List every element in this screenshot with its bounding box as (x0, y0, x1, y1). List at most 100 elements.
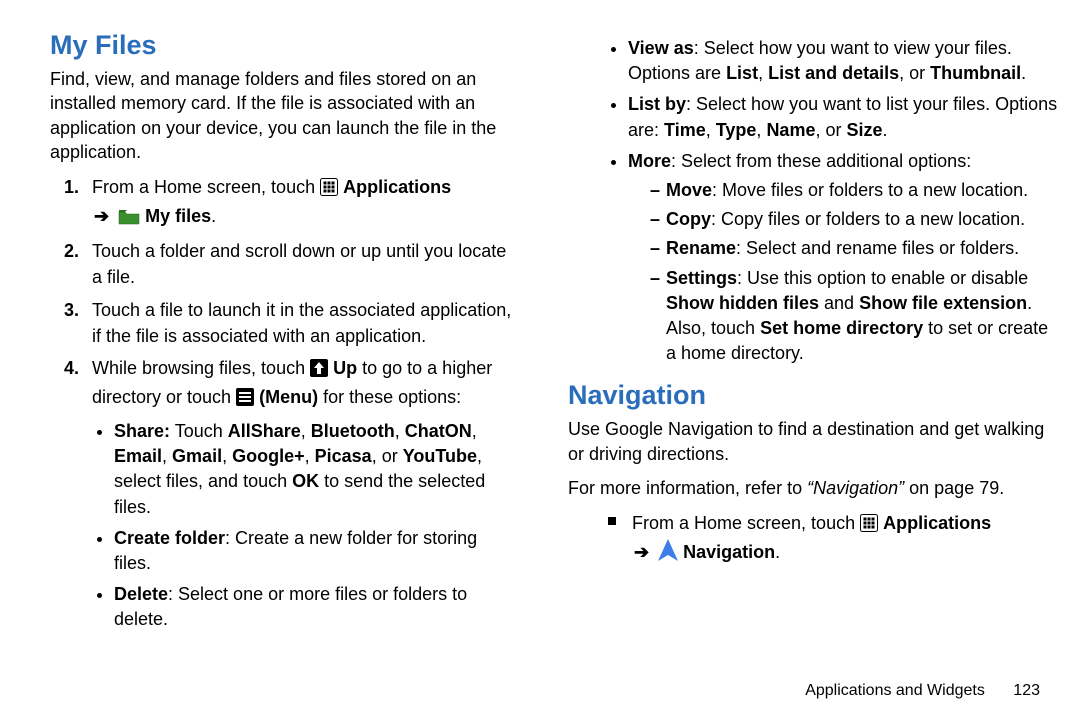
opt-gmail: Gmail (172, 446, 222, 466)
text: Touch (170, 421, 228, 441)
label-list-by: List by (628, 94, 686, 114)
opt-allshare: AllShare (228, 421, 301, 441)
manual-page: My Files Find, view, and manage folders … (0, 0, 1080, 720)
c: , (758, 63, 768, 83)
comma: , (395, 421, 405, 441)
step-3: 3. Touch a file to launch it in the asso… (64, 297, 512, 349)
label-more: More (628, 151, 671, 171)
opt-type: Type (716, 120, 757, 140)
footer-section: Applications and Widgets (805, 682, 985, 699)
opt-thumbnail: Thumbnail (930, 63, 1021, 83)
opt-bluetooth: Bluetooth (311, 421, 395, 441)
opt-list-details: List and details (768, 63, 899, 83)
comma: , (305, 446, 315, 466)
text: and (819, 293, 859, 313)
text: : Use this option to enable or disable (737, 268, 1028, 288)
or: , or (372, 446, 403, 466)
text: on page 79. (904, 478, 1004, 498)
text: : Copy files or folders to a new locatio… (711, 209, 1025, 229)
label-up: Up (333, 358, 357, 378)
nav-step-1: From a Home screen, touch Applications ➔… (604, 510, 1062, 568)
opt-chaton: ChatON (405, 421, 472, 441)
step-2: 2. Touch a folder and scroll down or up … (64, 238, 512, 290)
opt-time: Time (664, 120, 706, 140)
intro-navigation: Use Google Navigation to find a destinat… (568, 417, 1062, 466)
option-view-as: View as: Select how you want to view you… (628, 36, 1062, 86)
dot: . (1021, 63, 1026, 83)
text: : Select from these additional options: (671, 151, 971, 171)
step-text: Touch a folder and scroll down or up unt… (92, 241, 506, 287)
text: : Select and rename files or folders. (736, 238, 1019, 258)
or: , or (815, 120, 846, 140)
step-4: 4. While browsing files, touch Up to go … (64, 355, 512, 633)
sub-rename: Rename: Select and rename files or folde… (650, 236, 1062, 261)
xref-navigation: For more information, refer to “Navigati… (568, 476, 1062, 500)
opt-list: List (726, 63, 758, 83)
opt-youtube: YouTube (403, 446, 477, 466)
apps-grid-icon (320, 177, 338, 203)
up-arrow-icon (310, 358, 328, 384)
sub-settings: Settings: Use this option to enable or d… (650, 266, 1062, 367)
step-number: 1. (64, 174, 79, 200)
my-files-icon (118, 206, 140, 232)
sub-move: Move: Move files or folders to a new loc… (650, 178, 1062, 203)
heading-navigation: Navigation (568, 380, 1062, 411)
text: From a Home screen, touch (632, 513, 860, 533)
label-settings: Settings (666, 268, 737, 288)
label-share: Share: (114, 421, 170, 441)
dot: . (211, 206, 216, 226)
label-applications: Applications (343, 177, 451, 197)
step-text: Touch a file to launch it in the associa… (92, 300, 511, 346)
option-list-by: List by: Select how you want to list you… (628, 92, 1062, 142)
opt-show-ext: Show file extension (859, 293, 1027, 313)
opt-google-plus: Google+ (232, 446, 305, 466)
page-number: 123 (1013, 682, 1040, 699)
text: For more information, refer to (568, 478, 807, 498)
more-suboptions: Move: Move files or folders to a new loc… (628, 178, 1062, 366)
dot: . (775, 542, 780, 562)
step-text: While browsing files, touch (92, 358, 310, 378)
nav-steps: From a Home screen, touch Applications ➔… (582, 510, 1062, 568)
step-number: 3. (64, 297, 79, 323)
menu-options: Share: Touch AllShare, Bluetooth, ChatON… (92, 419, 512, 633)
right-column: View as: Select how you want to view you… (540, 30, 1080, 720)
label-navigation: Navigation (683, 542, 775, 562)
arrow-icon: ➔ (634, 542, 649, 562)
sub-copy: Copy: Copy files or folders to a new loc… (650, 207, 1062, 232)
step-text: From a Home screen, touch (92, 177, 320, 197)
label-move: Move (666, 180, 712, 200)
step-number: 4. (64, 355, 79, 381)
option-share: Share: Touch AllShare, Bluetooth, ChatON… (114, 419, 512, 520)
label-rename: Rename (666, 238, 736, 258)
menu-options-cont: View as: Select how you want to view you… (568, 36, 1062, 366)
step-number: 2. (64, 238, 79, 264)
label-menu: (Menu) (259, 387, 318, 407)
option-create-folder: Create folder: Create a new folder for s… (114, 526, 512, 576)
apps-grid-icon (860, 513, 878, 539)
label-view-as: View as (628, 38, 694, 58)
label-my-files: My files (145, 206, 211, 226)
or: , or (899, 63, 930, 83)
opt-size: Size (846, 120, 882, 140)
comma: , (222, 446, 232, 466)
text: : Move files or folders to a new locatio… (712, 180, 1028, 200)
label-copy: Copy (666, 209, 711, 229)
label-delete: Delete (114, 584, 168, 604)
step-1: 1. From a Home screen, touch Application… (64, 174, 512, 232)
menu-icon (236, 387, 254, 413)
opt-picasa: Picasa (315, 446, 372, 466)
opt-email: Email (114, 446, 162, 466)
intro-my-files: Find, view, and manage folders and files… (50, 67, 512, 164)
label-ok: OK (292, 471, 319, 491)
option-more: More: Select from these additional optio… (628, 149, 1062, 367)
left-column: My Files Find, view, and manage folders … (0, 30, 540, 720)
step-text: for these options: (323, 387, 461, 407)
comma: , (472, 421, 477, 441)
heading-my-files: My Files (50, 30, 512, 61)
opt-name: Name (766, 120, 815, 140)
comma: , (162, 446, 172, 466)
navigation-arrow-icon (658, 539, 678, 568)
opt-show-hidden: Show hidden files (666, 293, 819, 313)
comma: , (301, 421, 311, 441)
page-footer: Applications and Widgets 123 (805, 682, 1040, 700)
